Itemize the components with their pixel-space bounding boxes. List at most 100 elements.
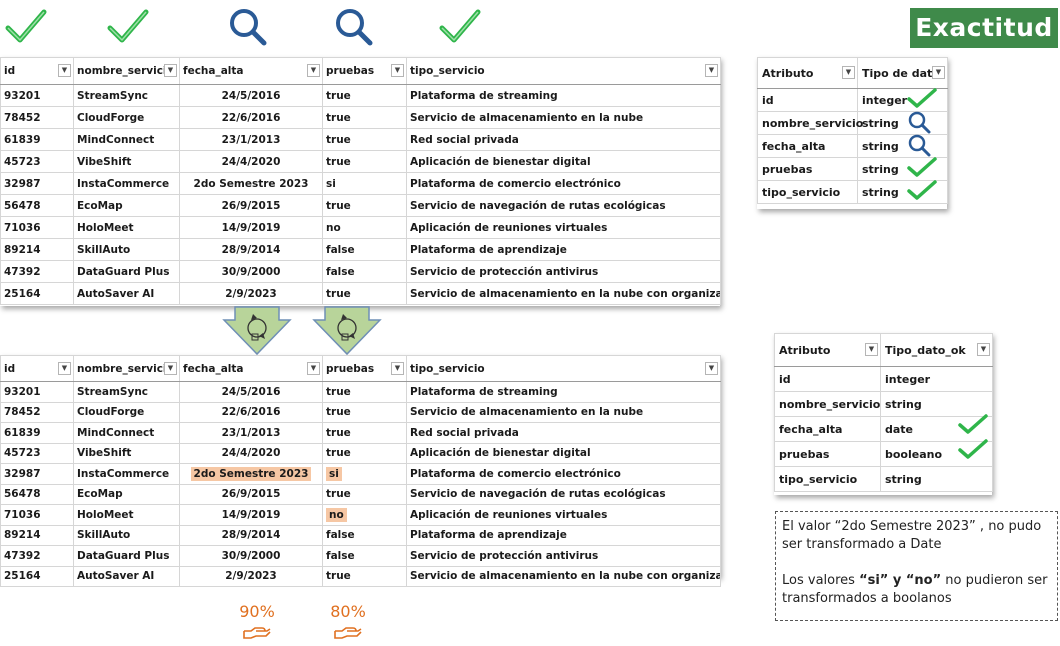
cell-nombre-servicio[interactable]: MindConnect [73,128,180,151]
cell-pruebas[interactable]: si [322,463,407,485]
filter-dropdown-icon[interactable]: ▼ [977,343,990,356]
cell-tipo[interactable]: string [857,157,948,181]
cell-id[interactable]: 25164 [0,565,74,587]
cell-id[interactable]: 32987 [0,463,74,485]
cell-pruebas[interactable]: true [322,194,407,217]
cell-pruebas[interactable]: true [322,483,407,505]
cell-tipo-servicio[interactable]: Plataforma de aprendizaje [406,524,721,546]
cell-tipo-servicio[interactable]: Servicio de almacenamiento en la nube co… [406,565,721,587]
cell-id[interactable]: 56478 [0,483,74,505]
cell-id[interactable]: 78452 [0,401,74,423]
cell-atributo[interactable]: id [757,88,858,112]
cell-atributo[interactable]: pruebas [774,441,881,467]
cell-atributo[interactable]: nombre_servicio [774,391,881,417]
cell-fecha-alta[interactable]: 26/9/2015 [179,194,323,217]
cell-pruebas[interactable]: true [322,150,407,173]
cell-id[interactable]: 89214 [0,524,74,546]
cell-id[interactable]: 61839 [0,128,74,151]
column-header-fecha-alta[interactable]: fecha_alta ▼ [179,355,323,382]
filter-dropdown-icon[interactable]: ▼ [391,64,404,77]
cell-tipo-servicio[interactable]: Plataforma de aprendizaje [406,238,721,261]
cell-nombre-servicio[interactable]: DataGuard Plus [73,545,180,567]
cell-atributo[interactable]: nombre_servicio [757,111,863,135]
cell-tipo-servicio[interactable]: Servicio de navegación de rutas ecológic… [406,483,721,505]
cell-pruebas[interactable]: true [322,282,407,305]
cell-tipo[interactable]: integer [857,88,948,112]
cell-id[interactable]: 47392 [0,545,74,567]
cell-pruebas[interactable]: false [322,238,407,261]
cell-fecha-alta[interactable]: 24/5/2016 [179,84,323,107]
cell-nombre-servicio[interactable]: CloudForge [73,401,180,423]
cell-pruebas[interactable]: true [322,565,407,587]
cell-id[interactable]: 78452 [0,106,74,129]
cell-tipo-servicio[interactable]: Servicio de protección antivirus [406,260,721,283]
cell-nombre-servicio[interactable]: SkillAuto [73,524,180,546]
filter-dropdown-icon[interactable]: ▼ [307,64,320,77]
cell-fecha-alta[interactable]: 24/4/2020 [179,150,323,173]
cell-tipo-servicio[interactable]: Aplicación de reuniones virtuales [406,216,721,239]
cell-nombre-servicio[interactable]: DataGuard Plus [73,260,180,283]
cell-nombre-servicio[interactable]: InstaCommerce [73,172,180,195]
filter-dropdown-icon[interactable]: ▼ [705,64,718,77]
cell-pruebas[interactable]: si [322,172,407,195]
column-header-tipo-dato-ok[interactable]: Tipo_dato_ok ▼ [880,333,993,367]
cell-pruebas[interactable]: false [322,524,407,546]
cell-fecha-alta[interactable]: 23/1/2013 [179,128,323,151]
cell-nombre-servicio[interactable]: VibeShift [73,150,180,173]
cell-atributo[interactable]: pruebas [757,157,858,181]
filter-dropdown-icon[interactable]: ▼ [705,361,718,375]
cell-pruebas[interactable]: true [322,401,407,423]
cell-pruebas[interactable]: true [322,442,407,464]
cell-nombre-servicio[interactable]: HoloMeet [73,216,180,239]
filter-dropdown-icon[interactable]: ▼ [58,361,71,375]
column-header-id[interactable]: id ▼ [0,355,74,382]
cell-pruebas[interactable]: true [322,128,407,151]
cell-tipo-servicio[interactable]: Servicio de protección antivirus [406,545,721,567]
filter-dropdown-icon[interactable]: ▼ [164,361,177,375]
cell-tipo-servicio[interactable]: Red social privada [406,422,721,444]
column-header-atributo[interactable]: Atributo ▼ [774,333,881,367]
cell-fecha-alta[interactable]: 24/5/2016 [179,381,323,403]
cell-atributo[interactable]: fecha_alta [757,134,858,158]
cell-fecha-alta[interactable]: 28/9/2014 [179,238,323,261]
cell-fecha-alta[interactable]: 26/9/2015 [179,483,323,505]
cell-nombre-servicio[interactable]: StreamSync [73,84,180,107]
cell-id[interactable]: 93201 [0,84,74,107]
cell-tipo-servicio[interactable]: Plataforma de streaming [406,84,721,107]
cell-tipo-servicio[interactable]: Red social privada [406,128,721,151]
cell-tipo-servicio[interactable]: Servicio de almacenamiento en la nube [406,401,721,423]
filter-dropdown-icon[interactable]: ▼ [391,361,404,375]
cell-pruebas[interactable]: no [322,216,407,239]
cell-tipo[interactable]: string [857,180,948,204]
cell-id[interactable]: 45723 [0,150,74,173]
column-header-nombre-servicio[interactable]: nombre_servicio ▼ [73,57,180,85]
cell-tipo[interactable]: integer [880,366,993,392]
column-header-tipo-servicio[interactable]: tipo_servicio ▼ [406,57,721,85]
cell-nombre-servicio[interactable]: HoloMeet [73,504,180,526]
cell-fecha-alta[interactable]: 2do Semestre 2023 [179,172,323,195]
cell-id[interactable]: 32987 [0,172,74,195]
cell-id[interactable]: 47392 [0,260,74,283]
cell-tipo-servicio[interactable]: Plataforma de comercio electrónico [406,463,721,485]
cell-tipo[interactable]: string [880,466,993,492]
column-header-pruebas[interactable]: pruebas ▼ [322,355,407,382]
cell-fecha-alta[interactable]: 2/9/2023 [179,565,323,587]
cell-tipo-servicio[interactable]: Aplicación de bienestar digital [406,442,721,464]
column-header-tipo-de-dato[interactable]: Tipo de dato ▼ [857,57,948,89]
cell-id[interactable]: 71036 [0,216,74,239]
cell-nombre-servicio[interactable]: AutoSaver AI [73,565,180,587]
cell-fecha-alta[interactable]: 2/9/2023 [179,282,323,305]
cell-pruebas[interactable]: false [322,260,407,283]
cell-tipo-servicio[interactable]: Servicio de navegación de rutas ecológic… [406,194,721,217]
cell-pruebas[interactable]: no [322,504,407,526]
cell-tipo-servicio[interactable]: Aplicación de reuniones virtuales [406,504,721,526]
cell-pruebas[interactable]: false [322,545,407,567]
cell-nombre-servicio[interactable]: StreamSync [73,381,180,403]
cell-fecha-alta[interactable]: 23/1/2013 [179,422,323,444]
cell-id[interactable]: 89214 [0,238,74,261]
cell-pruebas[interactable]: true [322,106,407,129]
cell-pruebas[interactable]: true [322,381,407,403]
cell-fecha-alta[interactable]: 24/4/2020 [179,442,323,464]
cell-fecha-alta[interactable]: 22/6/2016 [179,106,323,129]
cell-id[interactable]: 45723 [0,442,74,464]
